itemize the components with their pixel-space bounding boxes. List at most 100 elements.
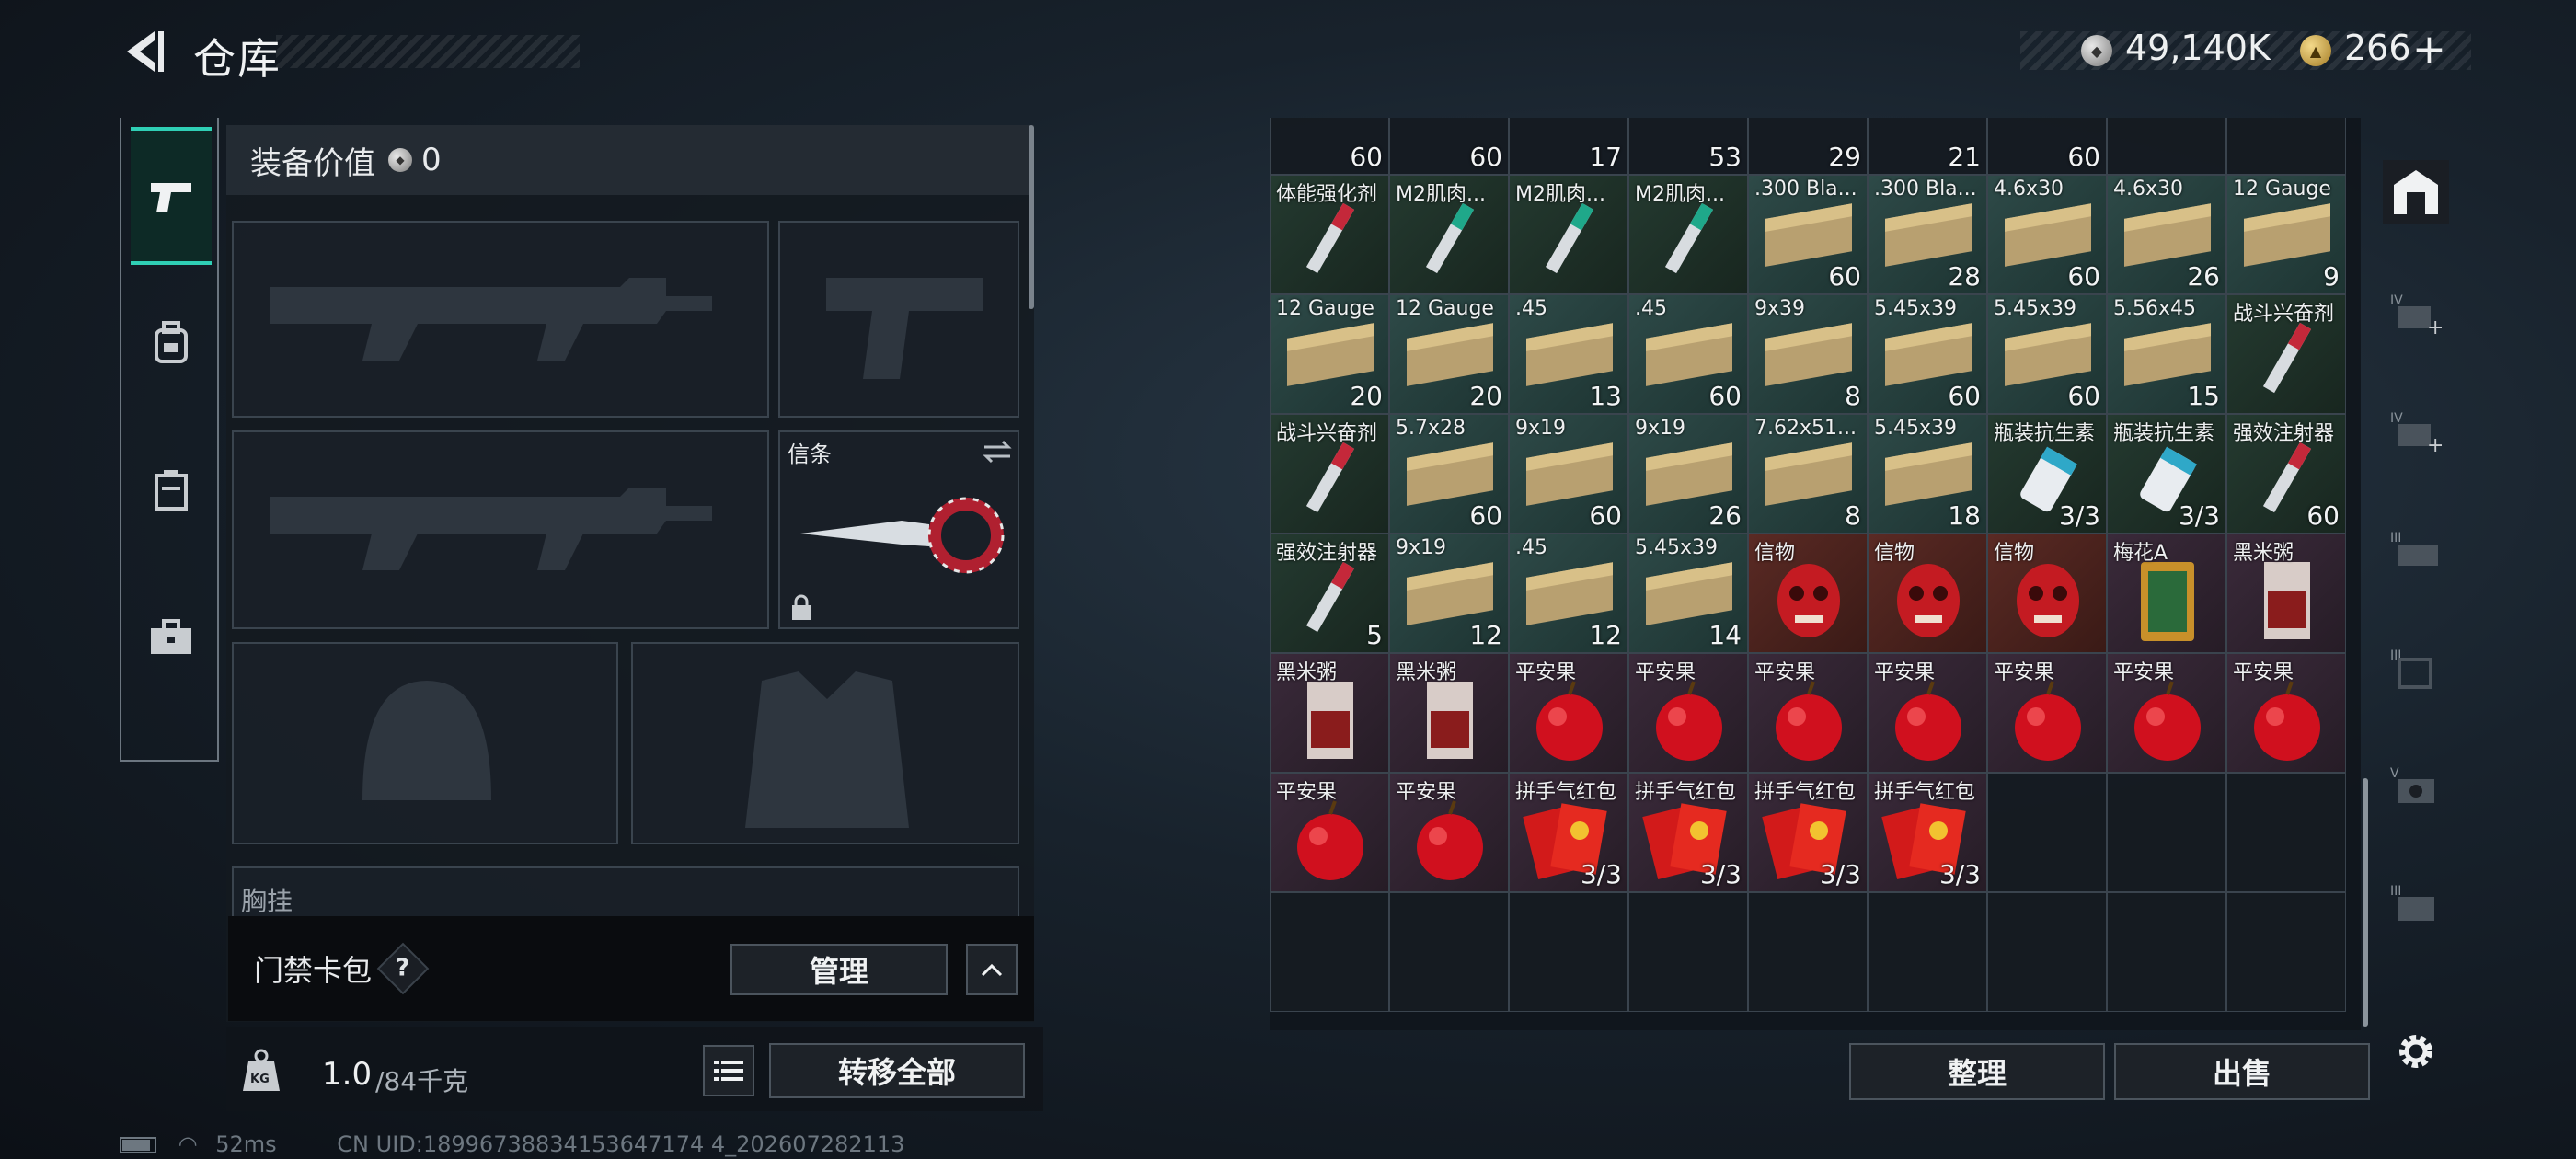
inventory-slot[interactable]	[2107, 118, 2226, 175]
inventory-slot[interactable]: 战斗兴奋剂	[2226, 294, 2346, 414]
inventory-slot[interactable]: 梅花A	[2107, 534, 2226, 653]
inventory-slot[interactable]: .45 12	[1509, 534, 1628, 653]
inventory-slot[interactable]: 信物	[1987, 534, 2107, 653]
inventory-slot[interactable]: 平安果	[1748, 653, 1868, 773]
inventory-slot[interactable]: 60	[1987, 118, 2107, 175]
inventory-slot[interactable]	[2107, 773, 2226, 892]
inventory-slot[interactable]: 黑米粥	[2226, 534, 2346, 653]
inventory-slot[interactable]: 平安果	[1389, 773, 1509, 892]
inventory-slot[interactable]: 4.6x30 26	[2107, 175, 2226, 294]
inventory-slot-empty[interactable]	[2226, 892, 2346, 1012]
inventory-slot-empty[interactable]	[1748, 892, 1868, 1012]
inventory-slot[interactable]: 5.56x45 15	[2107, 294, 2226, 414]
inventory-slot[interactable]: 9x39 8	[1748, 294, 1868, 414]
inventory-slot[interactable]: 平安果	[1270, 773, 1389, 892]
inventory-slot[interactable]: 53	[1628, 118, 1748, 175]
inventory-slot[interactable]: 5.45x39 18	[1868, 414, 1987, 534]
inventory-slot[interactable]: 4.6x30 60	[1987, 175, 2107, 294]
inventory-slot[interactable]: M2肌肉...	[1628, 175, 1748, 294]
inventory-slot[interactable]: .300 Bla... 60	[1748, 175, 1868, 294]
inventory-slot-empty[interactable]	[1270, 892, 1389, 1012]
inventory-slot[interactable]: 平安果	[2107, 653, 2226, 773]
inventory-slot[interactable]: 12 Gauge 9	[2226, 175, 2346, 294]
inventory-slot[interactable]	[2226, 773, 2346, 892]
inventory-slot-empty[interactable]	[1509, 892, 1628, 1012]
inventory-slot[interactable]: 5.45x39 60	[1987, 294, 2107, 414]
filter-tier-iii-c[interactable]: III	[2383, 872, 2449, 936]
filter-tier-iii-b[interactable]: III	[2383, 637, 2449, 701]
filter-tier-iii-a[interactable]: III	[2383, 519, 2449, 583]
transfer-all-button[interactable]: 转移全部	[769, 1043, 1025, 1098]
inventory-slot-empty[interactable]	[1389, 892, 1509, 1012]
inventory-slot[interactable]: 60	[1270, 118, 1389, 175]
inventory-slot[interactable]: 战斗兴奋剂	[1270, 414, 1389, 534]
inventory-slot[interactable]: 黑米粥	[1270, 653, 1389, 773]
manage-button[interactable]: 管理	[730, 944, 948, 995]
inventory-slot[interactable]	[1987, 773, 2107, 892]
inventory-slot[interactable]: 信物	[1748, 534, 1868, 653]
inventory-slot[interactable]: 瓶装抗生素 3/3	[1987, 414, 2107, 534]
inventory-slot[interactable]: .300 Bla... 28	[1868, 175, 1987, 294]
inventory-slot[interactable]: 拼手气红包 3/3	[1509, 773, 1628, 892]
inventory-slot[interactable]: 29	[1748, 118, 1868, 175]
inventory-slot[interactable]: 强效注射器 5	[1270, 534, 1389, 653]
inventory-slot[interactable]: 5.45x39 14	[1628, 534, 1748, 653]
inventory-slot[interactable]: M2肌肉...	[1509, 175, 1628, 294]
inventory-slot-empty[interactable]	[1628, 892, 1748, 1012]
helmet-slot[interactable]	[232, 642, 618, 844]
filter-tier-iv-a[interactable]: IV +	[2383, 281, 2449, 346]
inventory-slot-empty[interactable]	[2107, 892, 2226, 1012]
inventory-slot[interactable]: 平安果	[2226, 653, 2346, 773]
inventory-slot[interactable]: 拼手气红包 3/3	[1628, 773, 1748, 892]
inventory-slot[interactable]: 9x19 26	[1628, 414, 1748, 534]
back-arrow-icon[interactable]	[118, 26, 169, 77]
inventory-slot[interactable]: 17	[1509, 118, 1628, 175]
inventory-slot[interactable]: 60	[1389, 118, 1509, 175]
armor-slot[interactable]	[631, 642, 1019, 844]
filter-tier-v[interactable]: V	[2383, 754, 2449, 819]
expand-button[interactable]	[966, 944, 1018, 995]
inventory-slot[interactable]: M2肌肉...	[1389, 175, 1509, 294]
inventory-slot[interactable]: 平安果	[1628, 653, 1748, 773]
inventory-slot[interactable]: 21	[1868, 118, 1987, 175]
sort-button[interactable]: 整理	[1849, 1043, 2105, 1100]
inventory-slot[interactable]: 平安果	[1509, 653, 1628, 773]
sidearm-slot[interactable]	[778, 221, 1019, 418]
add-currency-icon[interactable]: +	[2412, 29, 2446, 70]
knife-slot[interactable]: 信条	[778, 430, 1019, 629]
tab-container[interactable]	[131, 421, 212, 559]
filter-tier-iv-b[interactable]: IV +	[2383, 399, 2449, 464]
primary-weapon-slot[interactable]	[232, 221, 769, 418]
inventory-slot[interactable]: 平安果	[1868, 653, 1987, 773]
help-icon[interactable]: ?	[376, 942, 430, 995]
inventory-slot[interactable]: .45 60	[1628, 294, 1748, 414]
inventory-slot[interactable]: 拼手气红包 3/3	[1748, 773, 1868, 892]
secondary-weapon-slot[interactable]	[232, 430, 769, 629]
tab-toolbox[interactable]	[131, 568, 212, 706]
sell-button[interactable]: 出售	[2114, 1043, 2370, 1100]
inventory-slot[interactable]: 12 Gauge 20	[1389, 294, 1509, 414]
inventory-slot[interactable]: 信物	[1868, 534, 1987, 653]
inventory-slot-empty[interactable]	[1987, 892, 2107, 1012]
list-view-button[interactable]	[703, 1045, 754, 1096]
inventory-slot[interactable]: 拼手气红包 3/3	[1868, 773, 1987, 892]
inventory-slot[interactable]: 平安果	[1987, 653, 2107, 773]
inventory-slot[interactable]: 体能强化剂	[1270, 175, 1389, 294]
inventory-slot[interactable]: 5.45x39 60	[1868, 294, 1987, 414]
tab-backpack[interactable]	[131, 274, 212, 412]
chest-rig-slot[interactable]: 胸挂	[232, 866, 1019, 922]
settings-button[interactable]	[2383, 1019, 2449, 1084]
filter-all[interactable]	[2383, 160, 2449, 224]
inventory-slot[interactable]: 9x19 12	[1389, 534, 1509, 653]
inventory-slot[interactable]: .45 13	[1509, 294, 1628, 414]
swap-icon[interactable]	[981, 438, 1014, 465]
inventory-slot[interactable]: 瓶装抗生素 3/3	[2107, 414, 2226, 534]
inventory-slot[interactable]: 7.62x51... 8	[1748, 414, 1868, 534]
inventory-slot[interactable]: 9x19 60	[1509, 414, 1628, 534]
inventory-slot[interactable]: 强效注射器 60	[2226, 414, 2346, 534]
tab-weapons[interactable]	[131, 127, 212, 265]
equipment-scrollbar[interactable]	[1029, 125, 1034, 309]
inventory-slot-empty[interactable]	[1868, 892, 1987, 1012]
inventory-slot[interactable]: 12 Gauge 20	[1270, 294, 1389, 414]
inventory-slot[interactable]: 5.7x28 60	[1389, 414, 1509, 534]
